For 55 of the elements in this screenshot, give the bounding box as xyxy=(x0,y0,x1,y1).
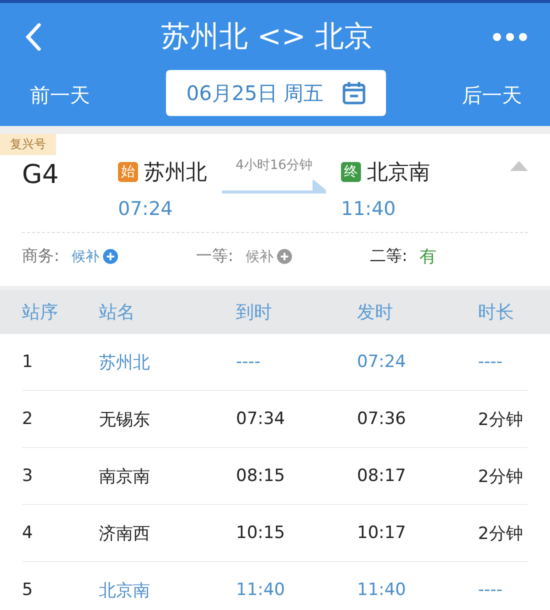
page-title: 苏州北 <> 北京 xyxy=(160,18,374,54)
station-name: 苏州北 xyxy=(99,352,151,374)
table-cell-text: ---- xyxy=(478,352,504,372)
back-icon[interactable] xyxy=(24,22,42,50)
arrow-icon xyxy=(222,180,326,196)
plus-icon[interactable] xyxy=(103,249,118,264)
terminal-mark: 终 xyxy=(341,162,361,182)
table-cell-text: 10:17 xyxy=(357,523,407,543)
column-header: 站名 xyxy=(99,301,136,324)
seat-class: 二等: xyxy=(370,246,408,267)
train-type-badge: 复兴号 xyxy=(0,134,56,155)
table-cell-text: 2分钟 xyxy=(478,466,524,488)
departure-time: 07:24 xyxy=(118,198,174,220)
table-cell-text: 07:24 xyxy=(357,352,407,372)
origin-mark: 始 xyxy=(118,162,138,182)
table-cell-text: 11:40 xyxy=(357,580,407,600)
table-cell-text: 4 xyxy=(21,523,34,543)
seat-status: 有 xyxy=(419,246,436,268)
plus-icon[interactable] xyxy=(277,249,292,264)
table-cell-text: 5 xyxy=(21,580,34,600)
table-cell-text: 08:15 xyxy=(236,466,286,486)
station-name: 无锡东 xyxy=(99,408,151,430)
travel-duration: 4小时16分钟 xyxy=(236,157,312,174)
table-cell-text: 3 xyxy=(21,466,34,486)
table-cell-text: 10:15 xyxy=(236,523,286,543)
seat-status: 候补 xyxy=(245,248,274,266)
table-cell-text: 07:36 xyxy=(357,409,407,429)
table-cell-text: 11:40 xyxy=(236,580,286,600)
station-name: 南京南 xyxy=(99,466,151,488)
previous-day-button[interactable]: 前一天 xyxy=(30,82,90,109)
station-name: 北京南 xyxy=(99,580,151,602)
next-day-button[interactable]: 后一天 xyxy=(462,82,522,109)
table-cell-text: 08:17 xyxy=(357,466,407,486)
column-header: 时长 xyxy=(478,301,515,324)
seat-status: 候补 xyxy=(71,248,100,266)
seat-class: 商务: xyxy=(22,246,60,267)
table-cell-text: 07:34 xyxy=(236,409,286,429)
column-header: 发时 xyxy=(357,301,394,324)
calendar-icon xyxy=(342,81,366,105)
origin-station: 苏州北 xyxy=(144,159,207,186)
train-number: G4 xyxy=(22,160,60,192)
table-cell-text: 2分钟 xyxy=(478,522,524,544)
table-cell-text: 1 xyxy=(21,352,34,372)
table-cell-text: 2分钟 xyxy=(478,408,524,430)
date-picker[interactable]: 06月25日 周五 xyxy=(166,70,386,116)
column-header: 站序 xyxy=(21,301,59,324)
station-name: 济南西 xyxy=(99,522,151,544)
destination-station: 北京南 xyxy=(367,159,430,186)
column-header: 到时 xyxy=(236,301,273,324)
table-cell-text: ---- xyxy=(236,352,262,372)
more-icon[interactable] xyxy=(492,32,528,42)
seat-class: 一等: xyxy=(196,246,234,267)
table-cell-text: 2 xyxy=(21,409,34,429)
table-cell-text: ---- xyxy=(478,580,504,600)
arrival-time: 11:40 xyxy=(341,198,397,220)
